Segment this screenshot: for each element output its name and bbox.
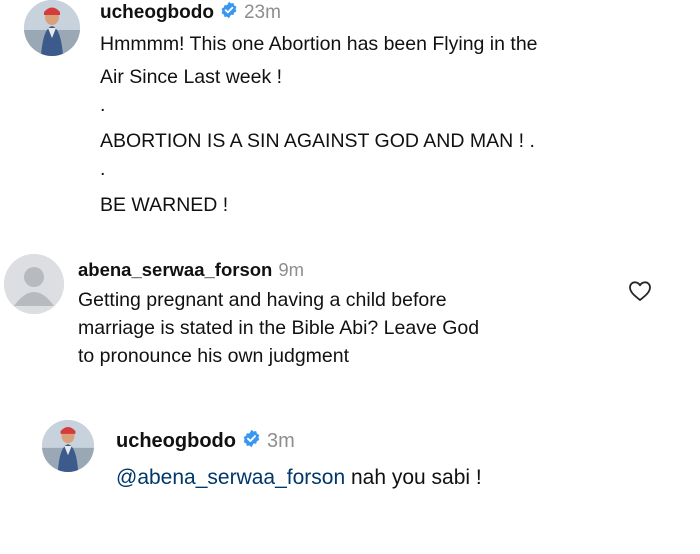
username[interactable]: abena_serwaa_forson [78,259,272,281]
comment-text-line: ABORTION IS A SIN AGAINST GOD AND MAN ! … [100,130,535,152]
timestamp: 23m [243,2,281,23]
heart-outline-icon[interactable] [628,280,652,302]
user-photo-icon [42,420,94,472]
avatar-abena-serwaa-forson[interactable] [4,254,64,314]
avatar-ucheogbodo[interactable] [42,420,94,472]
comment-text-line: marriage is stated in the Bible Abi? Lea… [78,317,480,339]
comment-text-line: BE WARNED ! [100,194,229,216]
comment-text-line: . [100,94,106,116]
reply-text: @abena_serwaa_forson nah you sabi ! [116,466,482,490]
avatar-ucheogbodo[interactable] [24,0,80,56]
mention-link[interactable]: @abena_serwaa_forson [116,466,345,489]
user-photo-icon [24,0,80,56]
comment-text-line: to pronounce his own judgment [78,345,350,367]
reply-message: nah you sabi ! [345,466,482,489]
default-avatar-icon [4,254,64,314]
verified-badge-icon [220,1,238,25]
verified-badge-icon [242,429,261,454]
comment-text-line: Air Since Last week ! [100,66,283,88]
comment-text-line: Hmmmm! This one Abortion has been Flying… [100,33,538,55]
username[interactable]: ucheogbodo [100,2,214,24]
comment-text-line: Getting pregnant and having a child befo… [78,289,447,311]
comment-text-line: . [100,158,106,180]
username[interactable]: ucheogbodo [116,430,236,453]
timestamp: 3m [266,429,295,452]
timestamp: 9m [278,259,305,280]
